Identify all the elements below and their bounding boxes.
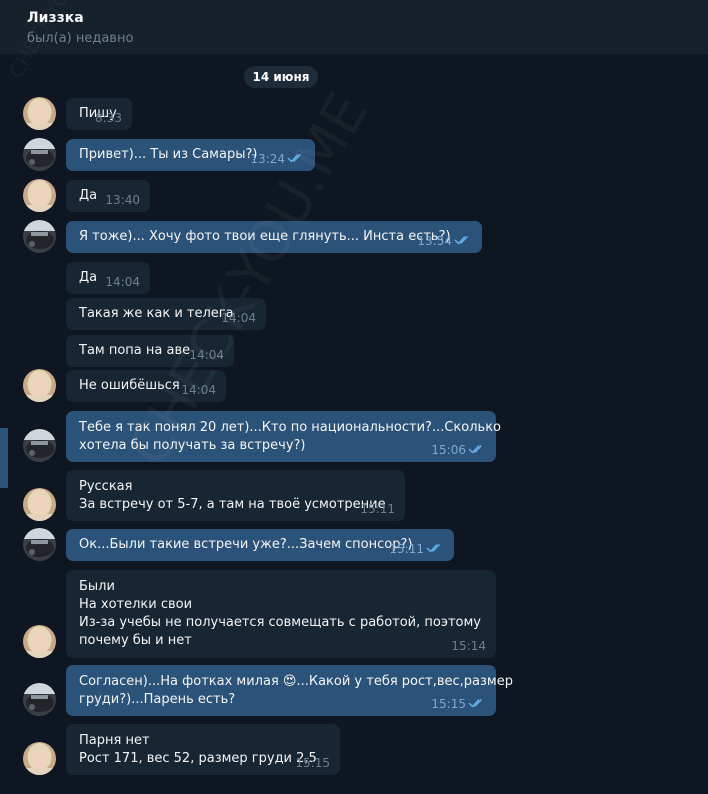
- message-time: 15:06: [431, 443, 466, 457]
- incoming-message[interactable]: Да 14:04: [66, 262, 150, 294]
- message-text: Привет)... Ты из Самары?): [79, 147, 258, 162]
- my-avatar[interactable]: [23, 528, 56, 561]
- outgoing-message[interactable]: Тебе я так понял 20 лет)...Кто по национ…: [66, 411, 501, 462]
- message-time: 14:04: [105, 275, 140, 289]
- chat-header[interactable]: Лиззка был(а) недавно: [0, 0, 708, 55]
- chat-status: был(а) недавно: [27, 31, 134, 46]
- read-receipt-icon: [468, 443, 486, 455]
- outgoing-message[interactable]: Согласен)...На фотках милая 😍...Какой у …: [66, 665, 513, 716]
- message-time: 15:15: [431, 697, 466, 711]
- message-text: Парня нет Рост 171, вес 52, размер груди…: [79, 733, 317, 766]
- read-receipt-icon: [426, 542, 444, 554]
- message-text: Русская За встречу от 5-7, а там на твоё…: [79, 479, 386, 512]
- read-receipt-icon: [468, 697, 486, 709]
- message-time: 13:54: [417, 234, 452, 248]
- message-time: 15:11: [389, 542, 424, 556]
- my-avatar[interactable]: [23, 220, 56, 253]
- contact-avatar[interactable]: [23, 179, 56, 212]
- incoming-message[interactable]: Парня нет Рост 171, вес 52, размер груди…: [66, 724, 340, 775]
- contact-avatar[interactable]: [23, 369, 56, 402]
- message-text: Не ошибёшься: [79, 378, 180, 393]
- my-avatar[interactable]: [23, 683, 56, 716]
- message-time: 15:15: [295, 756, 330, 770]
- incoming-message[interactable]: Пишу 8:33: [66, 98, 132, 130]
- incoming-message[interactable]: Русская За встречу от 5-7, а там на твоё…: [66, 470, 405, 521]
- outgoing-message[interactable]: Ок...Были такие встречи уже?...Зачем спо…: [66, 529, 454, 561]
- message-time: 15:11: [360, 502, 395, 516]
- incoming-message[interactable]: Да 13:40: [66, 180, 150, 212]
- message-time: 15:14: [451, 639, 486, 653]
- message-text: Там попа на аве: [79, 343, 191, 358]
- outgoing-message[interactable]: Я тоже)... Хочу фото твои еще глянуть...…: [66, 221, 482, 253]
- message-text: Такая же как и телега: [79, 306, 234, 321]
- incoming-message[interactable]: Там попа на аве 14:04: [66, 335, 234, 367]
- contact-avatar[interactable]: [23, 625, 56, 658]
- read-receipt-icon: [454, 234, 472, 246]
- read-receipt-icon: [287, 152, 305, 164]
- contact-avatar[interactable]: [23, 742, 56, 775]
- incoming-message[interactable]: Такая же как и телега 14:04: [66, 298, 266, 330]
- message-time: 13:24: [250, 152, 285, 166]
- my-avatar[interactable]: [23, 138, 56, 171]
- outgoing-message[interactable]: Привет)... Ты из Самары?) 13:24: [66, 139, 315, 171]
- message-text: Да: [79, 188, 98, 203]
- my-avatar[interactable]: [23, 429, 56, 462]
- message-time: 14:04: [181, 383, 216, 397]
- chat-title[interactable]: Лиззка: [27, 10, 84, 26]
- message-text: Я тоже)... Хочу фото твои еще глянуть...…: [79, 229, 451, 244]
- message-text: Ок...Были такие встречи уже?...Зачем спо…: [79, 537, 413, 552]
- message-text: Да: [79, 270, 98, 285]
- contact-avatar[interactable]: [23, 97, 56, 130]
- message-time: 13:40: [105, 193, 140, 207]
- message-text: Были На хотелки свои Из-за учебы не полу…: [79, 579, 481, 648]
- contact-avatar[interactable]: [23, 488, 56, 521]
- date-separator: 14 июня: [244, 66, 318, 88]
- message-time: 8:33: [95, 111, 122, 125]
- message-time: 14:04: [189, 348, 224, 362]
- incoming-message[interactable]: Были На хотелки свои Из-за учебы не полу…: [66, 570, 496, 658]
- selection-marker: [0, 428, 8, 488]
- message-time: 14:04: [221, 311, 256, 325]
- incoming-message[interactable]: Не ошибёшься 14:04: [66, 370, 226, 402]
